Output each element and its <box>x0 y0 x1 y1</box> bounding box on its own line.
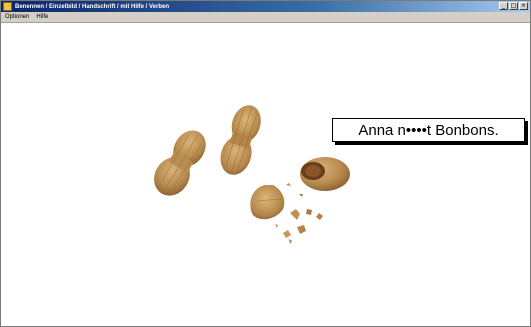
peanut-middle <box>220 105 261 175</box>
peanut-left <box>154 130 206 196</box>
title-bar: Benennen / Einzelbild / Handschrift / mi… <box>1 1 530 12</box>
minimize-button[interactable]: _ <box>499 2 508 10</box>
peanuts-picture <box>154 105 350 244</box>
menu-bar: Optionen Hilfe <box>1 12 530 23</box>
app-window: Benennen / Einzelbild / Handschrift / mi… <box>0 0 531 327</box>
close-button[interactable]: × <box>519 2 528 10</box>
content-area: Anna n••••t Bonbons. <box>1 23 530 326</box>
menu-optionen[interactable]: Optionen <box>5 14 29 20</box>
window-title: Benennen / Einzelbild / Handschrift / mi… <box>15 3 170 10</box>
peanut-cracked <box>250 157 350 244</box>
window-controls: _ □ × <box>499 2 528 10</box>
menu-hilfe[interactable]: Hilfe <box>36 14 48 20</box>
app-icon <box>3 2 12 11</box>
maximize-button[interactable]: □ <box>509 2 518 10</box>
sentence-card: Anna n••••t Bonbons. <box>332 118 525 142</box>
